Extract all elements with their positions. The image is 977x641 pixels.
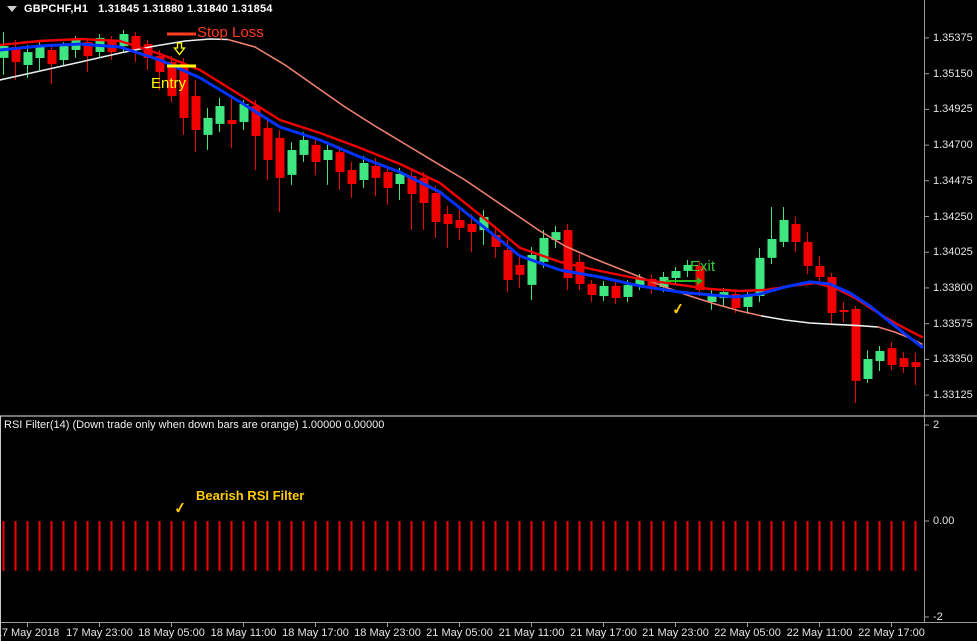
candle-bearish — [516, 265, 525, 275]
candle-bearish — [336, 152, 345, 172]
rsi-axis-label: -2 — [933, 611, 943, 623]
candle-bearish — [804, 242, 813, 266]
time-axis-label: 22 May 11:00 — [787, 627, 853, 639]
time-axis-label: 18 May 11:00 — [211, 627, 277, 639]
price-axis-label: 1.35150 — [933, 68, 973, 80]
candle-bearish — [372, 166, 381, 178]
candle-bullish — [24, 52, 33, 65]
moving-average-line — [762, 316, 878, 327]
chart-title-bar: GBPCHF,H1 1.31845 1.31880 1.31840 1.3185… — [7, 3, 273, 15]
candle-bullish — [624, 285, 633, 297]
candle-bullish — [708, 296, 717, 302]
candle-bearish — [276, 138, 285, 178]
moving-average-line — [0, 44, 922, 347]
candle-bearish — [432, 193, 441, 222]
price-axis-label: 1.34025 — [933, 246, 973, 258]
candle-bearish — [192, 96, 201, 130]
entry-down-arrow-icon[interactable] — [175, 43, 185, 55]
candle-bearish — [456, 220, 465, 228]
candle-bullish — [204, 118, 213, 135]
candle-bullish — [324, 150, 333, 160]
price-axis-label: 1.34700 — [933, 139, 973, 151]
stop-loss-label[interactable]: Stop Loss — [197, 24, 264, 41]
candle-bullish — [300, 140, 309, 155]
chart-canvas[interactable] — [0, 0, 977, 641]
time-axis-label: 18 May 23:00 — [354, 627, 421, 639]
candle-bearish — [912, 362, 921, 367]
candle-bearish — [504, 250, 513, 280]
candle-bullish — [288, 150, 297, 175]
candle-bearish — [384, 172, 393, 188]
candle-bullish — [864, 359, 873, 379]
time-axis-label: 17 May 2018 — [0, 627, 59, 639]
rsi-axis-label: 2 — [933, 419, 939, 431]
candle-bullish — [216, 106, 225, 124]
price-axis-label: 1.33800 — [933, 282, 973, 294]
candle-bearish — [888, 348, 897, 365]
exit-label[interactable]: Exit — [690, 258, 715, 275]
candle-bearish — [312, 145, 321, 162]
time-axis-label: 22 May 05:00 — [714, 627, 781, 639]
time-axis-label: 22 May 17:00 — [858, 627, 925, 639]
moving-average-line — [0, 39, 922, 337]
indicator-header: RSI Filter(14) (Down trade only when dow… — [4, 419, 384, 431]
time-axis-label: 21 May 17:00 — [570, 627, 637, 639]
time-axis-label: 17 May 23:00 — [66, 627, 133, 639]
collapse-chart-icon[interactable] — [7, 6, 17, 12]
price-axis-label: 1.33575 — [933, 318, 973, 330]
candle-bullish — [60, 46, 69, 60]
entry-label[interactable]: Entry — [151, 75, 186, 92]
symbol-period-label: GBPCHF,H1 — [24, 3, 88, 15]
candle-bullish — [780, 220, 789, 242]
price-axis-label: 1.33125 — [933, 389, 973, 401]
time-axis-label: 18 May 17:00 — [282, 627, 349, 639]
candle-bullish — [768, 239, 777, 258]
candle-bullish — [396, 174, 405, 184]
candle-bullish — [360, 163, 369, 180]
candle-bearish — [612, 286, 621, 298]
exit-checkmark-icon[interactable]: ✓ — [671, 299, 686, 319]
time-axis-label: 21 May 23:00 — [642, 627, 709, 639]
candle-bearish — [852, 309, 861, 381]
candle-bearish — [840, 310, 849, 312]
candle-bullish — [876, 351, 885, 361]
price-axis-label: 1.35375 — [933, 32, 973, 44]
price-axis-label: 1.34250 — [933, 211, 973, 223]
time-axis-label: 21 May 05:00 — [426, 627, 493, 639]
bearish-rsi-checkmark-icon[interactable]: ✓ — [173, 498, 188, 518]
candle-bearish — [228, 120, 237, 124]
moving-average-line — [228, 40, 762, 317]
candle-bearish — [588, 284, 597, 295]
price-axis-label: 1.34925 — [933, 103, 973, 115]
bearish-rsi-filter-label[interactable]: Bearish RSI Filter — [196, 488, 304, 503]
time-axis-label: 18 May 05:00 — [138, 627, 205, 639]
candle-bearish — [444, 214, 453, 224]
candle-bearish — [264, 128, 273, 160]
price-axis-label: 1.34475 — [933, 175, 973, 187]
candle-bearish — [48, 50, 57, 64]
candle-bullish — [600, 286, 609, 296]
candle-bullish — [36, 47, 45, 58]
candle-bearish — [900, 358, 909, 367]
candle-bullish — [672, 271, 681, 278]
candle-bearish — [348, 170, 357, 184]
candle-bearish — [468, 224, 477, 232]
rsi-axis-label: 0.00 — [933, 515, 954, 527]
candle-bearish — [816, 266, 825, 277]
price-axis-label: 1.33350 — [933, 353, 973, 365]
candle-bearish — [792, 224, 801, 242]
ohlc-quote: 1.31845 1.31880 1.31840 1.31854 — [98, 3, 272, 15]
mt4-chart-window: 1.35375 1.35150 1.34925 1.34700 1.34475 1.342… — [0, 0, 977, 641]
time-axis-label: 21 May 11:00 — [499, 627, 565, 639]
